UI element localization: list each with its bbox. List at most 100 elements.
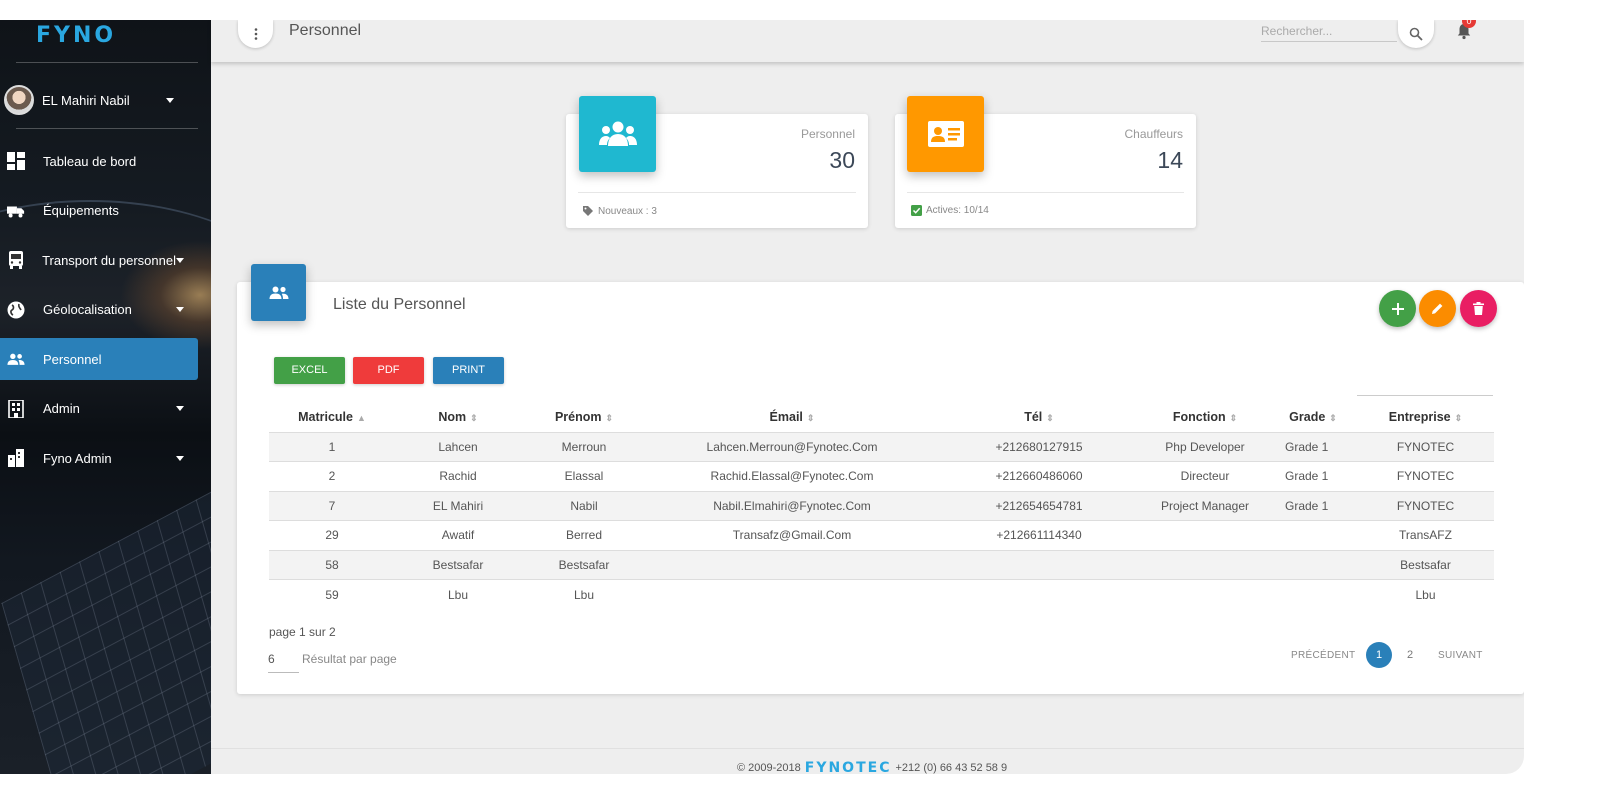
table-cell: Merroun (521, 431, 647, 462)
table-top-border (1357, 395, 1493, 396)
add-button[interactable] (1379, 290, 1416, 327)
column-header[interactable]: Prénom ⇕ (521, 402, 647, 432)
pencil-icon (1432, 303, 1443, 314)
caret-down-icon (176, 455, 184, 461)
check-box-icon (911, 205, 922, 216)
stat-chauffeurs-footer-text: Actives: 10/14 (926, 205, 989, 216)
table-cell: +212660486060 (937, 461, 1141, 491)
column-header[interactable]: Matricule ▲ (269, 402, 395, 432)
stat-personnel-footer-text: Nouveaux : 3 (598, 205, 657, 217)
table-row[interactable]: 1 Lahcen Merroun Lahcen.Merroun@Fynotec.Com… (269, 431, 1494, 462)
export-pdf-button[interactable]: PDF (353, 357, 424, 384)
sidebar-item-geolocalisation[interactable]: Géolocalisation (0, 289, 198, 331)
footer-divider (211, 748, 1524, 749)
app-logo[interactable]: FYNO (36, 20, 116, 50)
column-header[interactable]: Fonction ⇕ (1141, 402, 1269, 432)
table-cell: Rachid (395, 461, 521, 491)
table-cell (647, 549, 937, 580)
column-header[interactable]: Entreprise ⇕ (1357, 402, 1494, 432)
table-cell (937, 579, 1141, 609)
logo-text: FYNO (36, 22, 117, 48)
people-icon (269, 286, 288, 299)
table-cell (647, 579, 937, 609)
stat-chauffeurs-label: Chauffeurs (1124, 127, 1183, 141)
menu-toggle-button[interactable] (238, 20, 273, 48)
stat-divider (907, 192, 1184, 193)
table-row[interactable]: 2 Rachid Elassal Rachid.Elassal@Fynotec.Com… (269, 461, 1494, 491)
list-title: Liste du Personnel (333, 296, 466, 313)
sidebar-item-tableau-de-bord[interactable]: Tableau de bord (0, 140, 198, 182)
table-row[interactable]: 58 Bestsafar Bestsafar Bestsafar (269, 549, 1494, 580)
table-cell: Berred (521, 520, 647, 550)
more-vertical-icon (254, 28, 257, 40)
table-cell: Lbu (521, 579, 647, 609)
page-info: page 1 sur 2 (269, 625, 336, 639)
sidebar-item-admin[interactable]: Admin (0, 388, 198, 430)
city-icon (7, 449, 25, 467)
sidebar-item-label: Transport du personnel (42, 252, 176, 268)
screen-frame: FYNO EL Mahiri Nabil Tableau de bord Équi… (0, 20, 1524, 774)
column-header[interactable]: Émail ⇕ (647, 402, 937, 432)
table-row[interactable]: 59 Lbu Lbu Lbu (269, 579, 1494, 609)
table-cell: Transafz@Gmail.Com (647, 520, 937, 550)
table-cell: Rachid.Elassal@Fynotec.Com (647, 461, 937, 491)
sort-icon: ⇕ (605, 412, 614, 423)
sidebar-item-transport-du-personnel[interactable]: Transport du personnel (0, 239, 198, 281)
table-row[interactable]: 7 EL Mahiri Nabil Nabil.Elmahiri@Fynotec.Co… (269, 490, 1494, 521)
column-header-label: Fonction (1172, 409, 1226, 424)
id-card-icon (927, 121, 964, 147)
print-button[interactable]: PRINT (433, 357, 504, 384)
notification-badge: 0 (1462, 20, 1476, 28)
table-cell: FYNOTEC (1357, 461, 1494, 491)
column-header[interactable]: Grade ⇕ (1269, 402, 1357, 432)
stat-divider (578, 192, 856, 193)
sidebar-item-fyno-admin[interactable]: Fyno Admin (0, 437, 198, 479)
page-title: Personnel (289, 22, 362, 39)
table-cell: FYNOTEC (1357, 431, 1494, 462)
sort-icon: ⇕ (1454, 412, 1463, 423)
user-menu[interactable]: EL Mahiri Nabil (0, 82, 200, 118)
delete-button[interactable] (1460, 290, 1497, 327)
sidebar-item-equipements[interactable]: Équipements (0, 190, 198, 232)
search-input[interactable] (1261, 20, 1397, 42)
sort-icon: ⇕ (806, 412, 815, 423)
list-header-icon-box (251, 264, 306, 321)
pagination-page-1[interactable]: 1 (1366, 642, 1392, 668)
trash-icon (1473, 302, 1484, 315)
table-cell (1141, 579, 1269, 609)
sort-icon: ⇕ (470, 412, 478, 423)
search-button[interactable] (1398, 20, 1434, 48)
export-excel-button[interactable]: EXCEL (274, 357, 345, 384)
column-header[interactable]: Nom ⇕ (395, 402, 521, 432)
globe-icon (7, 301, 25, 319)
table-cell: Project Manager (1141, 490, 1269, 521)
table-row[interactable]: 29 Awatif Berred Transafz@Gmail.Com +2126611… (269, 520, 1494, 550)
stat-card-personnel: Personnel 30 Nouveaux : 3 (566, 96, 868, 228)
table-cell: Awatif (395, 520, 521, 550)
sidebar-item-label: Admin (43, 401, 80, 416)
pagination-previous[interactable]: PRÉCÉDENT (1291, 650, 1355, 661)
sidebar-item-label: Tableau de bord (43, 153, 137, 169)
table-cell: 59 (269, 579, 395, 609)
table-cell (1141, 549, 1269, 580)
per-page-select[interactable]: 6 (268, 650, 299, 673)
sidebar: FYNO EL Mahiri Nabil Tableau de bord Équi… (0, 20, 211, 774)
footer-brand-logo: FYNOTEC (805, 760, 892, 774)
pagination-page-2[interactable]: 2 (1407, 649, 1413, 661)
column-header-label: Grade (1289, 409, 1326, 424)
sidebar-item-personnel[interactable]: Personnel (0, 338, 198, 380)
plus-icon (1391, 302, 1404, 315)
column-header-label: Matricule (298, 409, 353, 424)
table-cell (1269, 579, 1357, 609)
sidebar-item-label: Fyno Admin (43, 450, 112, 466)
edit-button[interactable] (1419, 290, 1456, 327)
column-header[interactable]: Tél ⇕ (937, 402, 1141, 432)
table-cell: Lahcen (395, 431, 521, 462)
pagination-next[interactable]: SUIVANT (1438, 650, 1483, 661)
stat-personnel-value: 30 (829, 147, 855, 173)
table-cell (1269, 549, 1357, 580)
footer-phone: +212 (0) 66 43 52 58 9 (895, 762, 1008, 774)
table-cell: 7 (269, 490, 395, 521)
bus-icon (7, 251, 24, 269)
stat-personnel-footer: Nouveaux : 3 (582, 205, 657, 217)
